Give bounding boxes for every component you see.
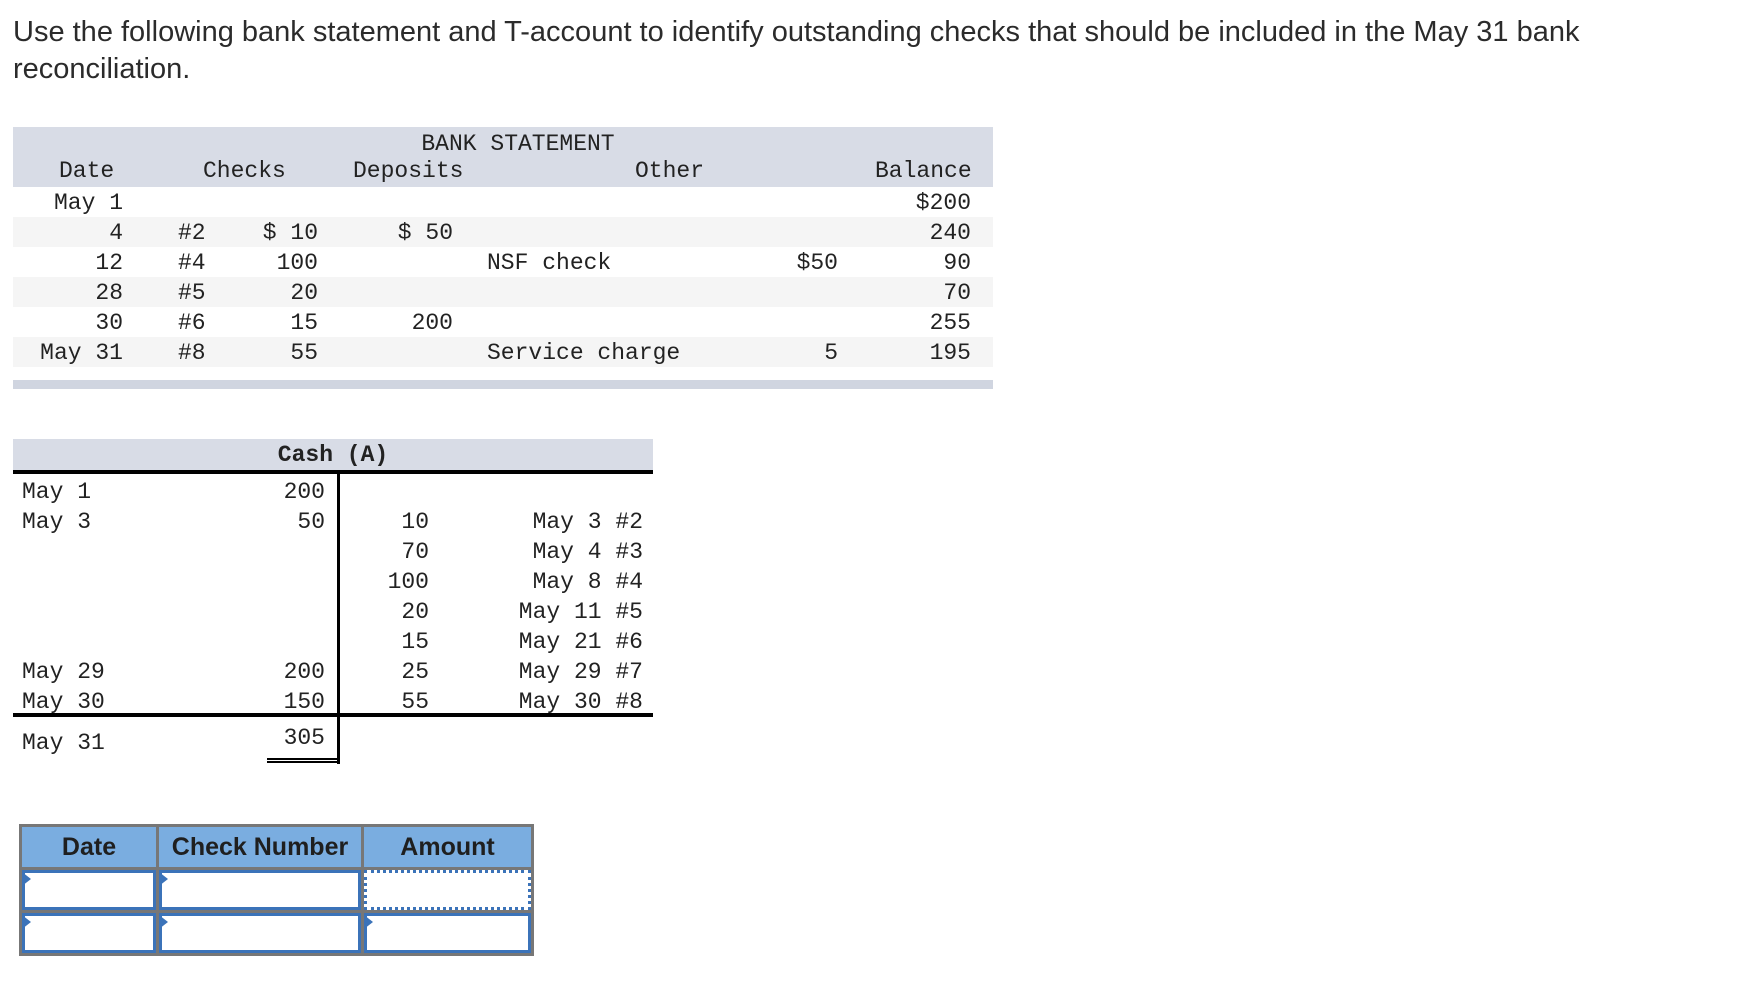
dropdown-indicator-icon: [159, 872, 168, 886]
cash-t-account: Cash (A) May 1 200 May 3 50 May 29 200 May 30 1…: [13, 439, 653, 769]
bs-check-amount: 55: [290, 340, 318, 366]
t-account-debit-date: May 29: [22, 659, 105, 685]
t-account-credit-amount: 15: [401, 629, 429, 655]
t-account-credit-amount: 55: [401, 689, 429, 715]
bank-statement-title: BANK STATEMENT: [421, 131, 615, 157]
bs-check-amount: 20: [290, 280, 318, 306]
check-number-input-cell[interactable]: [156, 867, 364, 913]
bs-date: 4: [109, 220, 123, 246]
t-account-credit-amount: 20: [401, 599, 429, 625]
t-account-credit-amount: 100: [387, 569, 429, 595]
t-account-vertical-rule: [337, 474, 340, 764]
date-input[interactable]: [22, 913, 156, 953]
bs-balance: 255: [929, 310, 971, 336]
amount-input[interactable]: [364, 870, 531, 910]
t-account-credit-reference: May 29 #7: [518, 659, 643, 685]
t-account-credit-reference: May 8 #4: [532, 569, 643, 595]
column-header-amount: Amount: [361, 824, 534, 870]
t-account-debit-amount: 150: [283, 689, 325, 715]
bs-date: 30: [95, 310, 123, 336]
check-number-input[interactable]: [159, 870, 361, 910]
header-checks: Checks: [203, 158, 286, 184]
t-account-debit-amount: 200: [283, 479, 325, 505]
bs-other-amount: 5: [824, 340, 838, 366]
t-account-credit-reference: May 3 #2: [532, 509, 643, 535]
question-prompt: Use the following bank statement and T-a…: [13, 16, 1580, 85]
bank-statement-row: May 1 $200: [13, 187, 993, 217]
t-account-double-underline: [267, 758, 337, 763]
header-date: Date: [59, 158, 115, 184]
t-account-credit-amount: 25: [401, 659, 429, 685]
t-account-credit-amount: 70: [401, 539, 429, 565]
bank-statement-row: 30 #6 15 200 255: [13, 307, 993, 337]
t-account-credit-reference: May 4 #3: [532, 539, 643, 565]
bs-date: 28: [95, 280, 123, 306]
check-number-input[interactable]: [159, 913, 361, 953]
bs-other-amount: $50: [796, 250, 838, 276]
t-account-credit-reference: May 21 #6: [518, 629, 643, 655]
amount-input[interactable]: [364, 913, 531, 953]
t-account-ending-balance: 305: [283, 725, 325, 751]
check-number-input-cell[interactable]: [156, 910, 364, 956]
t-account-header: Cash (A): [13, 439, 653, 474]
bank-statement-row: 4 #2 $ 10 $ 50 240: [13, 217, 993, 247]
dropdown-indicator-icon: [22, 915, 31, 929]
bank-statement-row: 28 #5 20 70: [13, 277, 993, 307]
bank-statement: BANK STATEMENT Date Checks Deposits Othe…: [13, 127, 993, 389]
bank-statement-row: May 31 #8 55 Service charge 5 195: [13, 337, 993, 367]
t-account-credit-reference: May 11 #5: [518, 599, 643, 625]
t-account-debit-amount: 50: [297, 509, 325, 535]
t-account-credit-amount: 10: [401, 509, 429, 535]
answer-row: [19, 867, 534, 913]
date-input[interactable]: [22, 870, 156, 910]
bs-deposit: $ 50: [397, 220, 453, 246]
bs-balance: 90: [943, 250, 971, 276]
header-other: Other: [635, 158, 705, 184]
header-deposits: Deposits: [353, 158, 464, 184]
bs-balance: 70: [943, 280, 971, 306]
amount-input-cell[interactable]: [361, 910, 534, 956]
bank-statement-footer-bar: [13, 380, 993, 389]
bs-balance: 195: [929, 340, 971, 366]
bs-other-description: NSF check: [487, 250, 612, 276]
bank-statement-header: BANK STATEMENT Date Checks Deposits Othe…: [13, 127, 993, 187]
dropdown-indicator-icon: [159, 915, 168, 929]
column-header-check-number: Check Number: [156, 824, 364, 870]
t-account-debit-date: May 3: [22, 509, 92, 535]
dropdown-indicator-icon: [364, 915, 373, 929]
date-input-cell[interactable]: [19, 867, 159, 913]
bs-date: May 1: [53, 190, 123, 216]
bs-check-amount: 100: [276, 250, 318, 276]
date-input-cell[interactable]: [19, 910, 159, 956]
bs-date: May 31: [40, 340, 123, 366]
t-account-ending-date: May 31: [22, 730, 105, 756]
t-account-debit-date: May 1: [22, 479, 92, 505]
t-account-debit-amount: 200: [283, 659, 325, 685]
bs-other-description: Service charge: [487, 340, 681, 366]
t-account-debit-date: May 30: [22, 689, 105, 715]
bs-check-amount: 15: [290, 310, 318, 336]
header-balance: Balance: [875, 158, 972, 184]
amount-input-cell[interactable]: [361, 867, 534, 913]
t-account-credit-reference: May 30 #8: [518, 689, 643, 715]
bs-balance: $200: [915, 190, 971, 216]
bs-balance: 240: [929, 220, 971, 246]
column-header-date: Date: [19, 824, 159, 870]
answer-row: [19, 910, 534, 956]
bs-check-amount: $ 10: [262, 220, 318, 246]
bank-statement-row: 12 #4 100 NSF check $50 90: [13, 247, 993, 277]
bs-deposit: 200: [411, 310, 453, 336]
outstanding-checks-table: Date Check Number Amount: [19, 824, 534, 956]
bs-date: 12: [95, 250, 123, 276]
dropdown-indicator-icon: [22, 872, 31, 886]
t-account-title: Cash (A): [277, 442, 389, 468]
